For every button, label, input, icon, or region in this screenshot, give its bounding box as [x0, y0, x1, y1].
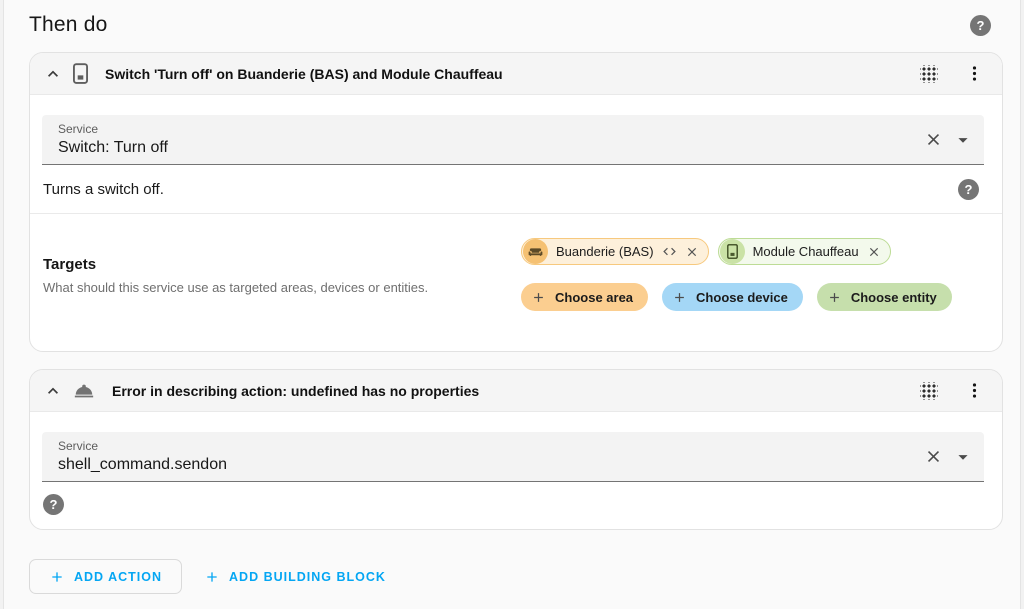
kebab-menu-icon: [972, 66, 976, 81]
action-card-header[interactable]: Error in describing action: undefined ha…: [30, 370, 1002, 412]
action-card-title: Switch 'Turn off' on Buanderie (BAS) and…: [105, 65, 503, 82]
close-icon: [687, 247, 696, 256]
service-field-value: Switch: Turn off: [58, 138, 168, 156]
service-description: Turns a switch off.: [43, 180, 164, 198]
clear-service-button[interactable]: [924, 130, 943, 149]
service-help-icon[interactable]: ?: [43, 494, 64, 515]
page-header: Then do ?: [4, 0, 1020, 52]
targets-chip-area: Buanderie (BAS) Module Chauffeau Choose …: [521, 238, 987, 311]
plus-icon: [675, 292, 684, 302]
action-card-title: Error in describing action: undefined ha…: [112, 382, 480, 399]
sofa-icon: [528, 248, 543, 256]
automation-actions-panel: Then do ? Switch 'Turn off' on Buanderie…: [3, 0, 1021, 609]
close-icon: [869, 247, 878, 256]
drag-handle-icon[interactable]: [920, 64, 938, 83]
room-service-icon: [73, 380, 95, 402]
help-icon[interactable]: ?: [970, 14, 991, 36]
clear-service-button[interactable]: [924, 447, 943, 466]
dropdown-toggle-button[interactable]: [952, 129, 974, 151]
actions-footer: ADD ACTION ADD BUILDING BLOCK: [29, 559, 1020, 607]
expand-area-icon[interactable]: [662, 244, 677, 259]
service-help-icon[interactable]: ?: [958, 178, 979, 200]
chooser-label: Choose entity: [850, 289, 937, 305]
plus-icon: [52, 571, 62, 582]
chooser-label: Choose device: [696, 289, 788, 305]
plus-icon: [207, 571, 217, 582]
overflow-menu-button[interactable]: [962, 376, 986, 406]
target-chip-area-buanderie[interactable]: Buanderie (BAS): [521, 238, 709, 265]
action-card-body: Service Switch: Turn off Turns a switch …: [30, 115, 1002, 351]
targets-description: Targets What should this service use as …: [43, 238, 521, 311]
add-building-block-button[interactable]: ADD BUILDING BLOCK: [192, 559, 398, 594]
help-glyph: ?: [49, 497, 58, 512]
plus-icon: [829, 292, 839, 302]
dropdown-toggle-button[interactable]: [952, 446, 974, 468]
area-avatar: [523, 239, 548, 264]
overflow-menu-button[interactable]: [962, 59, 986, 89]
service-field-text: Service Switch: Turn off: [58, 121, 924, 157]
plus-icon: [534, 292, 543, 302]
chooser-label: Choose area: [555, 289, 634, 305]
targets-section: Targets What should this service use as …: [30, 214, 1002, 351]
service-select[interactable]: Service Switch: Turn off: [42, 115, 984, 165]
targets-title: Targets: [43, 256, 97, 273]
chevron-up-icon: [48, 70, 58, 77]
chevron-down-icon: [958, 137, 968, 143]
remove-target-button[interactable]: [685, 245, 699, 259]
target-chip-device-module-chauffeau[interactable]: Module Chauffeau: [717, 238, 891, 265]
device-avatar: [719, 239, 745, 264]
service-field-text: Service shell_command.sendon: [58, 438, 924, 474]
target-chip-label: Buanderie (BAS): [556, 244, 654, 259]
collapse-button[interactable]: [38, 376, 68, 406]
drag-handle-icon[interactable]: [920, 381, 938, 400]
service-field-value: shell_command.sendon: [58, 455, 227, 473]
action-card-shell-command: Error in describing action: undefined ha…: [29, 369, 1003, 530]
page-title: Then do: [29, 13, 108, 36]
service-select[interactable]: Service shell_command.sendon: [42, 432, 984, 482]
action-card-switch-turn-off: Switch 'Turn off' on Buanderie (BAS) and…: [29, 52, 1003, 352]
service-field-label: Service: [58, 438, 99, 453]
selected-targets-row: Buanderie (BAS) Module Chauffeau: [521, 238, 987, 265]
choose-targets-row: Choose area Choose device Choose entity: [521, 283, 987, 311]
add-building-block-label: ADD BUILDING BLOCK: [229, 569, 386, 584]
targets-subtitle: What should this service use as targeted…: [43, 280, 429, 295]
chevron-down-icon: [958, 454, 968, 460]
choose-device-button[interactable]: Choose device: [662, 283, 803, 311]
light-switch-icon: [73, 63, 88, 84]
choose-entity-button[interactable]: Choose entity: [816, 283, 952, 311]
close-icon: [927, 133, 940, 146]
device-icon: [726, 244, 738, 259]
help-glyph: ?: [976, 17, 985, 33]
kebab-menu-icon: [972, 383, 976, 398]
action-card-body: Service shell_command.sendon ?: [30, 432, 1002, 515]
help-glyph: ?: [964, 181, 973, 197]
add-action-label: ADD ACTION: [74, 569, 163, 584]
remove-target-button[interactable]: [867, 245, 881, 259]
service-field-label: Service: [58, 121, 99, 136]
action-card-header[interactable]: Switch 'Turn off' on Buanderie (BAS) and…: [30, 53, 1002, 95]
service-description-row: Turns a switch off. ?: [30, 165, 1002, 213]
chevron-up-icon: [48, 387, 58, 394]
collapse-button[interactable]: [38, 59, 68, 89]
add-action-button[interactable]: ADD ACTION: [29, 559, 183, 594]
choose-area-button[interactable]: Choose area: [521, 283, 649, 311]
target-chip-label: Module Chauffeau: [752, 244, 859, 259]
close-icon: [927, 450, 940, 463]
